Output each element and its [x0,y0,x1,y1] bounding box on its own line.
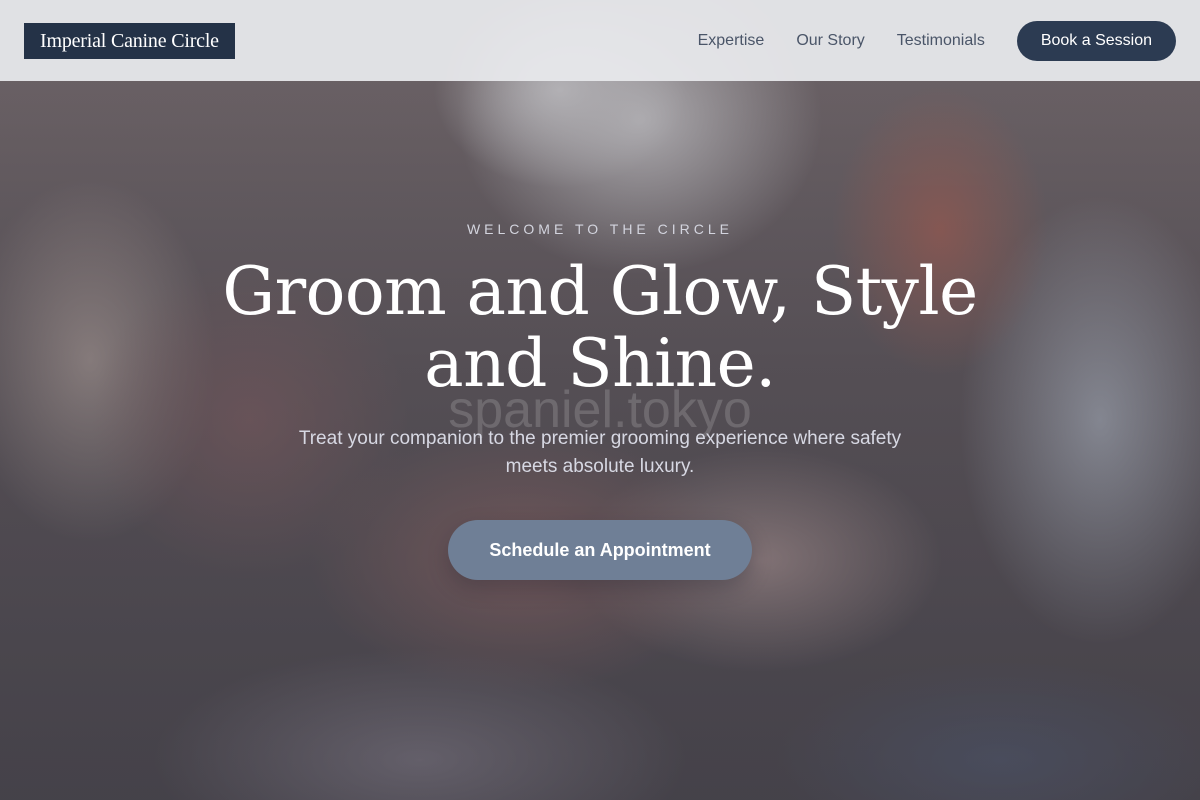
hero-section: WELCOME TO THE CIRCLE Groom and Glow, St… [0,0,1200,800]
hero-subtext: Treat your companion to the premier groo… [298,428,902,477]
hero-eyebrow: WELCOME TO THE CIRCLE [466,221,734,237]
schedule-appointment-button[interactable]: Schedule an Appointment [448,520,752,580]
hero-headline: Groom and Glow, Style and Shine. [222,253,978,402]
